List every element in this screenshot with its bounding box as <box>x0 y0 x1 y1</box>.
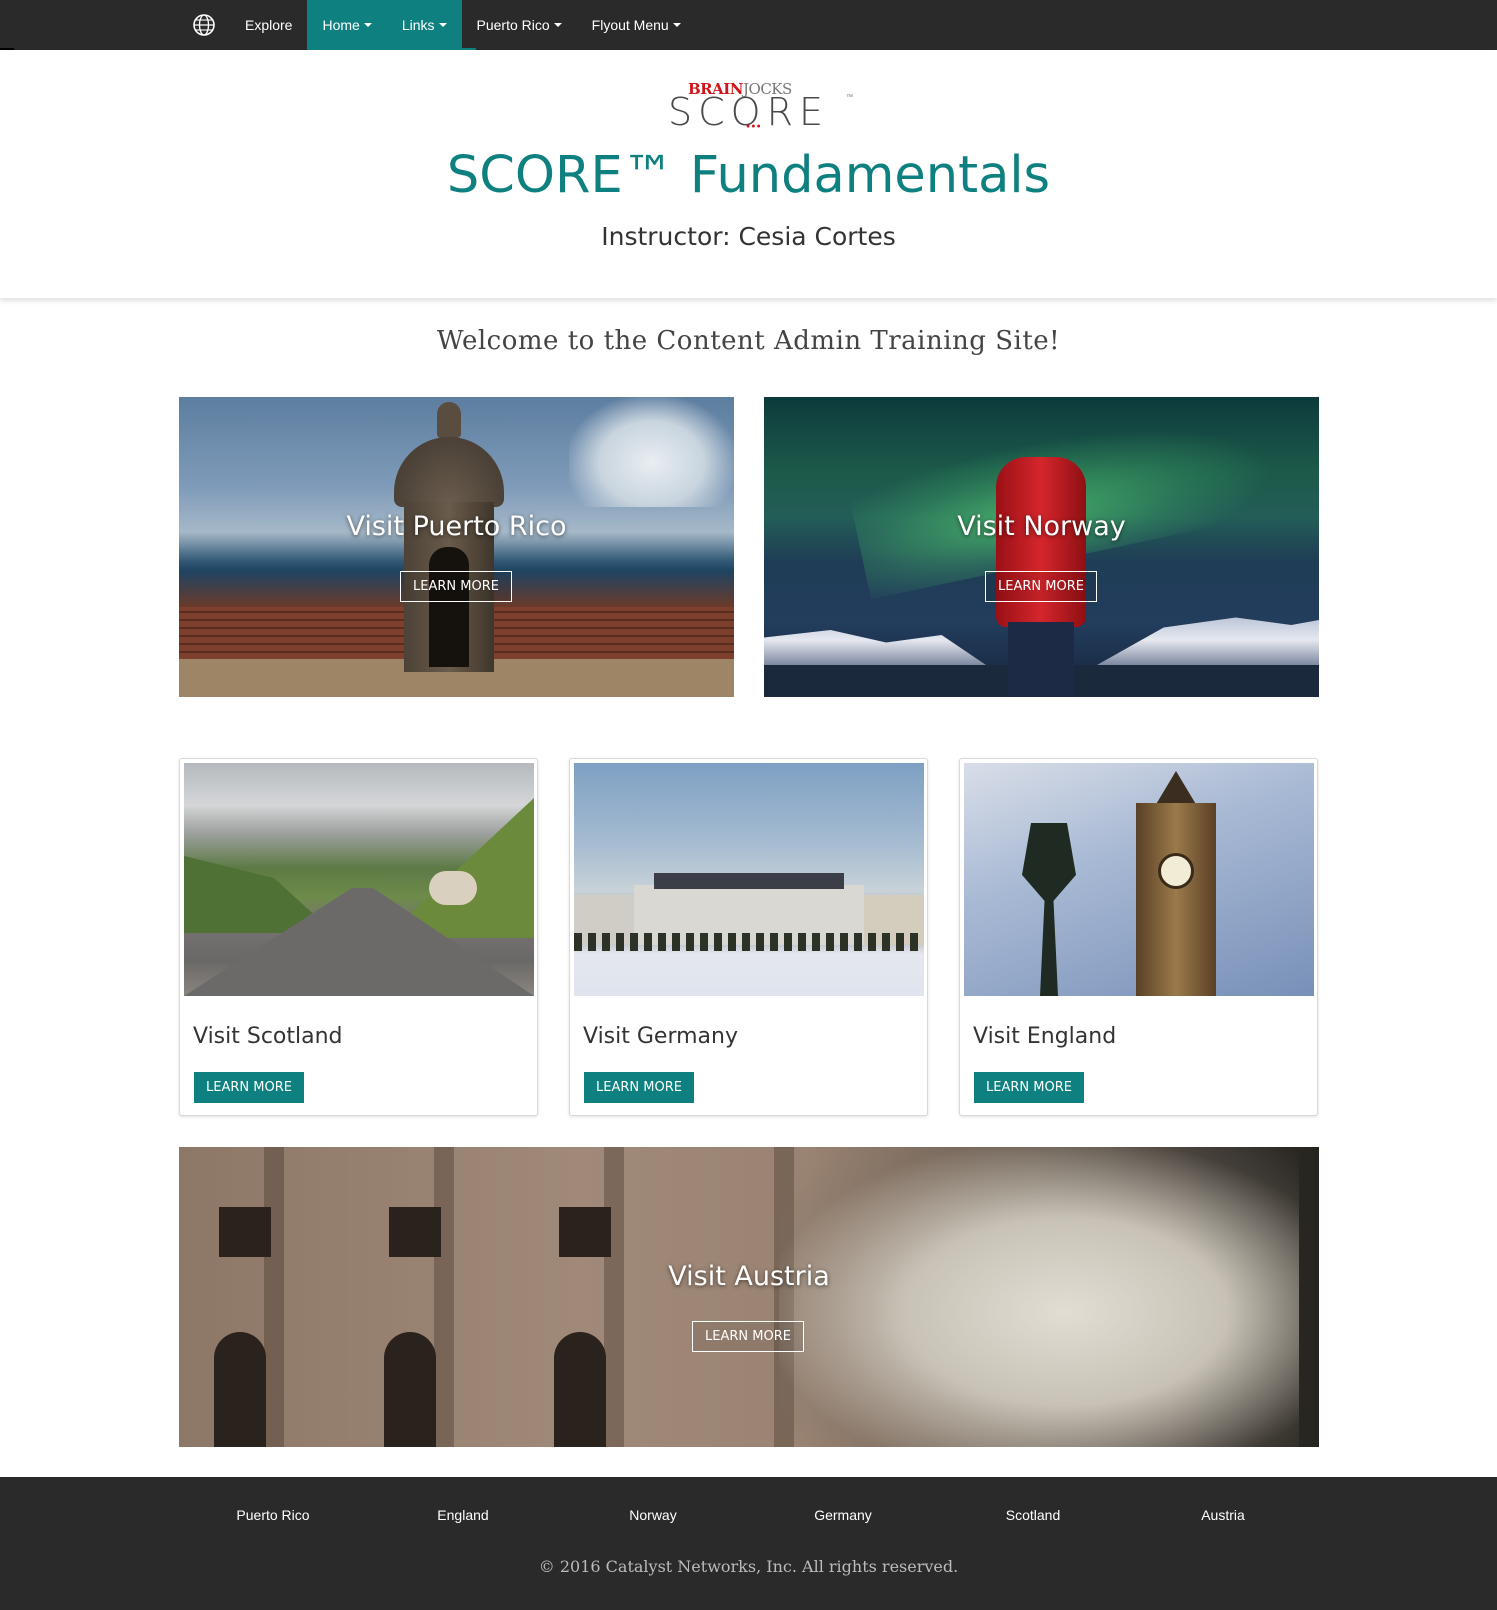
feature-panel-austria[interactable]: Visit Austria LEARN MORE <box>179 1147 1319 1447</box>
panel-image-window <box>554 1332 606 1447</box>
card-title: Visit England <box>973 1024 1117 1049</box>
logo-dots-icon: ●●● <box>746 123 762 130</box>
footer-link-germany[interactable]: Germany <box>748 1507 938 1523</box>
nav-flyout-menu-label: Flyout Menu <box>591 17 669 33</box>
footer-links: Puerto Rico England Norway Germany Scotl… <box>178 1507 1318 1523</box>
brainjocks-score-logo: BRAINJOCKS SCORE ™ ●●● <box>668 80 858 134</box>
card-image-germany <box>574 763 924 996</box>
caret-down-icon <box>438 23 447 27</box>
panel-image-facade <box>179 1147 859 1447</box>
learn-more-button[interactable]: LEARN MORE <box>985 571 1097 602</box>
caret-down-icon <box>553 23 562 27</box>
caret-down-icon <box>363 23 372 27</box>
learn-more-button[interactable]: LEARN MORE <box>194 1072 304 1103</box>
site-footer: Puerto Rico England Norway Germany Scotl… <box>0 1477 1497 1610</box>
card-england: Visit England LEARN MORE <box>959 758 1318 1116</box>
footer-link-norway[interactable]: Norway <box>558 1507 748 1523</box>
card-image-trees <box>574 933 924 951</box>
nav-puerto-rico[interactable]: Puerto Rico <box>462 0 577 50</box>
nav-explore-label: Explore <box>245 17 293 33</box>
nav-explore[interactable]: Explore <box>230 0 307 50</box>
panel-image-clouds <box>569 397 734 507</box>
card-image-clock <box>1158 853 1194 889</box>
learn-more-button[interactable]: LEARN MORE <box>584 1072 694 1103</box>
panel-image-statue <box>779 1147 1299 1447</box>
feature-panel-puerto-rico[interactable]: Visit Puerto Rico LEARN MORE <box>179 397 734 697</box>
card-image-sheep <box>429 871 477 905</box>
card-image-scotland <box>184 763 534 996</box>
panel-image-door <box>429 547 469 667</box>
card-title: Visit Scotland <box>193 1024 343 1049</box>
page-title: SCORE™ Fundamentals <box>446 146 1051 205</box>
panel-image-sentry-dome <box>394 437 504 507</box>
footer-link-scotland[interactable]: Scotland <box>938 1507 1128 1523</box>
panel-image-window <box>384 1332 436 1447</box>
globe-icon <box>193 14 215 36</box>
panel-image-window <box>214 1332 266 1447</box>
feature-panel-norway[interactable]: Visit Norway LEARN MORE <box>764 397 1319 697</box>
panel-image-person-legs <box>1008 622 1074 697</box>
caret-down-icon <box>672 23 681 27</box>
panel-image-window <box>219 1207 271 1257</box>
card-image-england <box>964 763 1314 996</box>
copyright-text: © 2016 Catalyst Networks, Inc. All right… <box>538 1557 959 1576</box>
footer-link-puerto-rico[interactable]: Puerto Rico <box>178 1507 368 1523</box>
nav-menu: Explore Home Links Puerto Rico Flyout Me… <box>178 0 696 50</box>
nav-links[interactable]: Links <box>386 0 462 50</box>
site-logo[interactable] <box>178 0 230 50</box>
learn-more-button[interactable]: LEARN MORE <box>974 1072 1084 1103</box>
logo-tm: ™ <box>846 94 853 101</box>
nav-flyout-menu[interactable]: Flyout Menu <box>577 0 696 50</box>
footer-link-england[interactable]: England <box>368 1507 558 1523</box>
top-navbar: Explore Home Links Puerto Rico Flyout Me… <box>0 0 1497 50</box>
panel-image-sentry-finial <box>437 402 461 438</box>
panel-title: Visit Norway <box>957 511 1126 542</box>
learn-more-button[interactable]: LEARN MORE <box>400 571 512 602</box>
card-image-lamp-post <box>1022 823 1076 996</box>
welcome-heading: Welcome to the Content Admin Training Si… <box>436 326 1061 356</box>
nav-home[interactable]: Home <box>307 0 387 50</box>
learn-more-button[interactable]: LEARN MORE <box>692 1321 804 1352</box>
panel-image-window <box>389 1207 441 1257</box>
card-image-roof <box>654 873 844 889</box>
panel-title: Visit Austria <box>668 1261 830 1292</box>
footer-link-austria[interactable]: Austria <box>1128 1507 1318 1523</box>
panel-title: Visit Puerto Rico <box>346 511 567 542</box>
nav-home-label: Home <box>322 17 360 33</box>
instructor-subtitle: Instructor: Cesia Cortes <box>601 222 896 251</box>
card-image-clock-tower <box>1136 803 1216 996</box>
nav-links-label: Links <box>401 17 435 33</box>
card-germany: Visit Germany LEARN MORE <box>569 758 928 1116</box>
card-scotland: Visit Scotland LEARN MORE <box>179 758 538 1116</box>
nav-puerto-rico-label: Puerto Rico <box>476 17 550 33</box>
card-title: Visit Germany <box>583 1024 738 1049</box>
panel-image-window <box>559 1207 611 1257</box>
hero-header: BRAINJOCKS SCORE ™ ●●● SCORE™ Fundamenta… <box>0 50 1497 298</box>
